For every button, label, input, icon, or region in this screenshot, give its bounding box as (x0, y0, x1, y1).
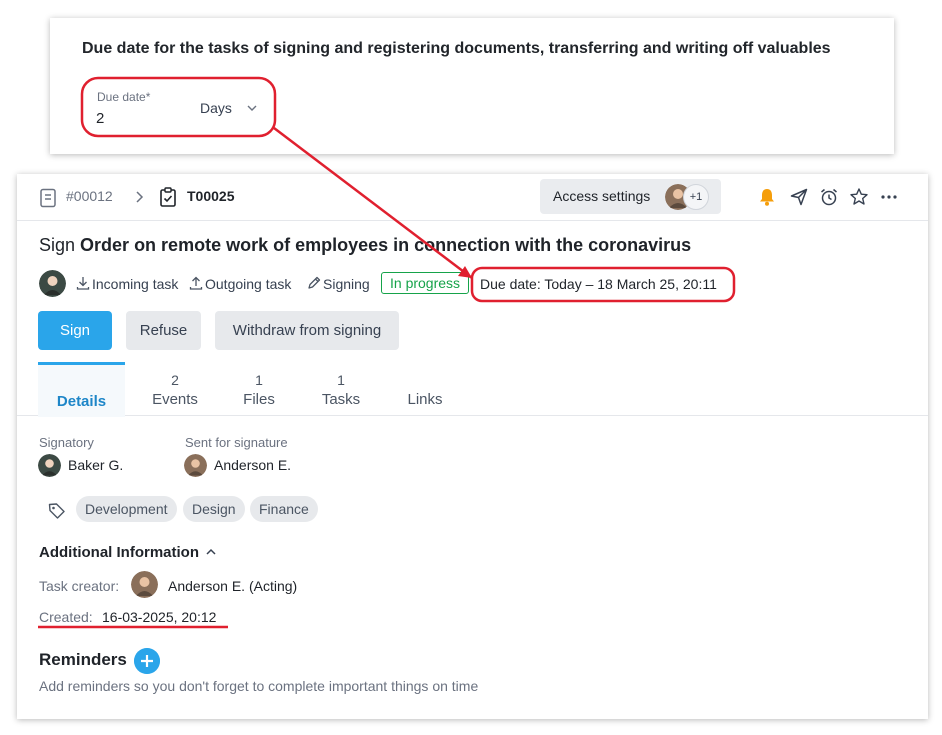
task-meta-row: Incoming task Outgoing task Signing In p… (39, 270, 919, 298)
created-label: Created: (39, 609, 93, 625)
header-divider (17, 220, 928, 221)
reminders-title: Reminders (39, 650, 127, 669)
tab-count: 1 (337, 372, 345, 388)
more-icon[interactable] (879, 187, 899, 207)
incoming-task-link[interactable]: Incoming task (75, 276, 178, 292)
tab-label: Links (407, 391, 443, 408)
withdraw-button[interactable]: Withdraw from signing (215, 311, 399, 350)
task-title-verb: Sign (39, 235, 76, 255)
task-card: #00012 T00025 Access settings +1 Sign Or… (17, 174, 928, 719)
send-icon[interactable] (789, 187, 809, 207)
add-reminder-icon[interactable] (134, 648, 160, 674)
task-creator-label: Task creator: (39, 578, 120, 594)
access-settings-label: Access settings (553, 188, 651, 204)
breadcrumb-document[interactable]: #00012 (66, 188, 113, 204)
chevron-up-icon[interactable] (204, 545, 218, 559)
due-date-label: Due date* (97, 90, 151, 104)
tab-label: Tasks (321, 391, 361, 408)
due-date-text: Due date: Today – 18 March 25, 20:11 (480, 276, 717, 292)
access-settings-button[interactable]: Access settings +1 (540, 179, 721, 214)
created-value: 16-03-2025, 20:12 (102, 609, 217, 625)
due-date-settings-card: Due date for the tasks of signing and re… (50, 18, 894, 154)
tab-files[interactable]: 1 Files (228, 364, 290, 416)
tab-count: 2 (171, 372, 179, 388)
tab-details[interactable]: Details (38, 362, 125, 417)
task-creator-name[interactable]: Anderson E. (Acting) (168, 578, 297, 594)
bell-icon[interactable] (757, 187, 777, 207)
tag-chip[interactable]: Development (76, 496, 177, 522)
avatar (131, 571, 158, 598)
document-icon (40, 188, 56, 208)
alarm-clock-icon[interactable] (819, 187, 839, 207)
avatar (39, 270, 66, 297)
outgoing-task-link[interactable]: Outgoing task (188, 276, 291, 292)
clipboard-check-icon (160, 187, 176, 207)
refuse-button[interactable]: Refuse (126, 311, 201, 350)
due-unit-select[interactable]: Days (200, 100, 232, 116)
reminders-hint: Add reminders so you don't forget to com… (39, 678, 479, 694)
chevron-right-icon (136, 191, 144, 203)
tab-events[interactable]: 2 Events (138, 364, 212, 416)
tag-chip[interactable]: Design (183, 496, 245, 522)
tab-label: Events (152, 391, 198, 408)
sign-button[interactable]: Sign (38, 311, 112, 350)
tab-count: 1 (255, 372, 263, 388)
signing-type: Signing (306, 276, 370, 292)
access-extra-count: +1 (683, 184, 709, 210)
signatory-label: Signatory (39, 435, 94, 450)
tab-bar: Details 2 Events 1 Files 1 Tasks Links (17, 362, 928, 417)
tab-links[interactable]: Links (392, 364, 458, 416)
star-icon[interactable] (849, 187, 869, 207)
download-icon (76, 277, 90, 290)
signatory-name: Baker G. (68, 457, 124, 473)
sent-for-signature-label: Sent for signature (185, 435, 288, 450)
pen-icon (308, 276, 321, 289)
settings-title: Due date for the tasks of signing and re… (82, 40, 831, 57)
status-badge: In progress (381, 272, 470, 294)
task-title: Sign Order on remote work of employees i… (39, 235, 691, 256)
upload-icon (189, 276, 203, 290)
tab-label: Details (56, 393, 107, 410)
sent-for-signature-name: Anderson E. (214, 457, 292, 473)
breadcrumb-task: T00025 (187, 188, 235, 204)
task-title-name: Order on remote work of employees in con… (80, 235, 692, 255)
avatar (38, 454, 61, 477)
tag-chip[interactable]: Finance (250, 496, 318, 522)
avatar (184, 454, 207, 477)
due-date-input[interactable]: 2 (96, 110, 104, 127)
chevron-down-icon[interactable] (245, 101, 259, 115)
tag-icon[interactable] (47, 501, 67, 521)
tab-tasks[interactable]: 1 Tasks (307, 364, 375, 416)
additional-info-title[interactable]: Additional Information (39, 544, 199, 561)
tab-label: Files (243, 391, 275, 408)
